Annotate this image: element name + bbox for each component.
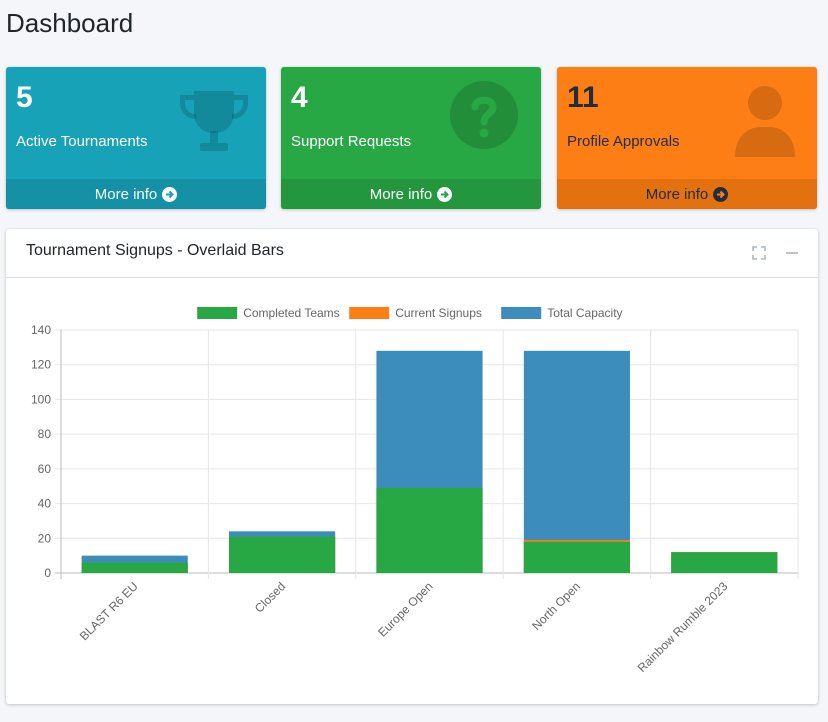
arrow-circle-right-icon xyxy=(437,186,453,202)
active-tournaments-box: 5 Active Tournaments More info xyxy=(6,67,266,209)
x-tick-label: Closed xyxy=(252,579,288,615)
profile-approvals-box: 11 Profile Approvals More info xyxy=(557,67,817,209)
x-tick-label: North Open xyxy=(529,579,583,633)
active-tournaments-count: 5 xyxy=(16,81,33,114)
x-tick-label: BLAST R6 EU xyxy=(77,579,141,643)
y-tick-label: 0 xyxy=(44,566,51,580)
question-circle-icon xyxy=(450,81,518,149)
x-tick-label: Rainbow Rumble 2023 xyxy=(635,579,731,675)
collapse-icon[interactable] xyxy=(784,245,800,261)
support-requests-box: 4 Support Requests More info xyxy=(281,67,541,209)
legend-swatch[interactable] xyxy=(197,307,238,319)
bar-completed[interactable] xyxy=(523,541,630,573)
legend-label[interactable]: Completed Teams xyxy=(243,306,340,320)
profile-approvals-more-info[interactable]: More info xyxy=(557,179,817,209)
page-title: Dashboard xyxy=(6,8,134,38)
legend-label[interactable]: Total Capacity xyxy=(547,306,622,320)
y-tick-label: 120 xyxy=(31,358,51,372)
more-info-label: More info xyxy=(645,185,709,203)
active-tournaments-more-info[interactable]: More info xyxy=(6,179,266,209)
y-tick-label: 40 xyxy=(38,497,52,511)
box-inner: 5 Active Tournaments xyxy=(6,67,266,179)
arrow-circle-right-icon xyxy=(162,186,178,202)
y-tick-label: 20 xyxy=(38,531,52,545)
profile-approvals-label: Profile Approvals xyxy=(567,133,680,150)
profile-approvals-count: 11 xyxy=(567,81,599,114)
support-requests-more-info[interactable]: More info xyxy=(281,179,541,209)
trophy-icon xyxy=(180,91,248,151)
box-inner: 11 Profile Approvals xyxy=(557,67,817,179)
arrow-circle-right-icon xyxy=(713,186,729,202)
legend-label[interactable]: Current Signups xyxy=(395,306,482,320)
bar-total[interactable] xyxy=(523,350,630,573)
more-info-label: More info xyxy=(369,185,433,203)
bar-completed[interactable] xyxy=(671,552,778,573)
x-tick-label: Europe Open xyxy=(375,579,435,639)
support-requests-count: 4 xyxy=(291,81,308,114)
user-icon xyxy=(735,86,795,157)
y-tick-label: 60 xyxy=(38,462,52,476)
bar-completed[interactable] xyxy=(81,562,188,573)
tournament-signups-card: Tournament Signups - Overlaid Bars 0 20 40… xyxy=(6,229,818,704)
legend-swatch[interactable] xyxy=(501,307,542,319)
box-inner: 4 Support Requests xyxy=(281,67,541,179)
card-title: Tournament Signups - Overlaid Bars xyxy=(26,242,284,259)
y-tick-label: 100 xyxy=(31,392,51,406)
y-tick-label: 140 xyxy=(31,323,51,337)
more-info-label: More info xyxy=(94,185,158,203)
legend-swatch[interactable] xyxy=(349,307,390,319)
bar-completed[interactable] xyxy=(376,487,483,573)
signups-bar-chart: 0 20 40 60 80 100 120 140 BLAST R6 EU Closed Europ… xyxy=(31,306,799,675)
active-tournaments-label: Active Tournaments xyxy=(16,133,148,150)
support-requests-label: Support Requests xyxy=(291,133,412,150)
y-tick-label: 80 xyxy=(38,427,52,441)
card-header: Tournament Signups - Overlaid Bars xyxy=(6,229,818,278)
bar-completed[interactable] xyxy=(229,536,336,573)
maximize-icon[interactable] xyxy=(751,245,767,261)
